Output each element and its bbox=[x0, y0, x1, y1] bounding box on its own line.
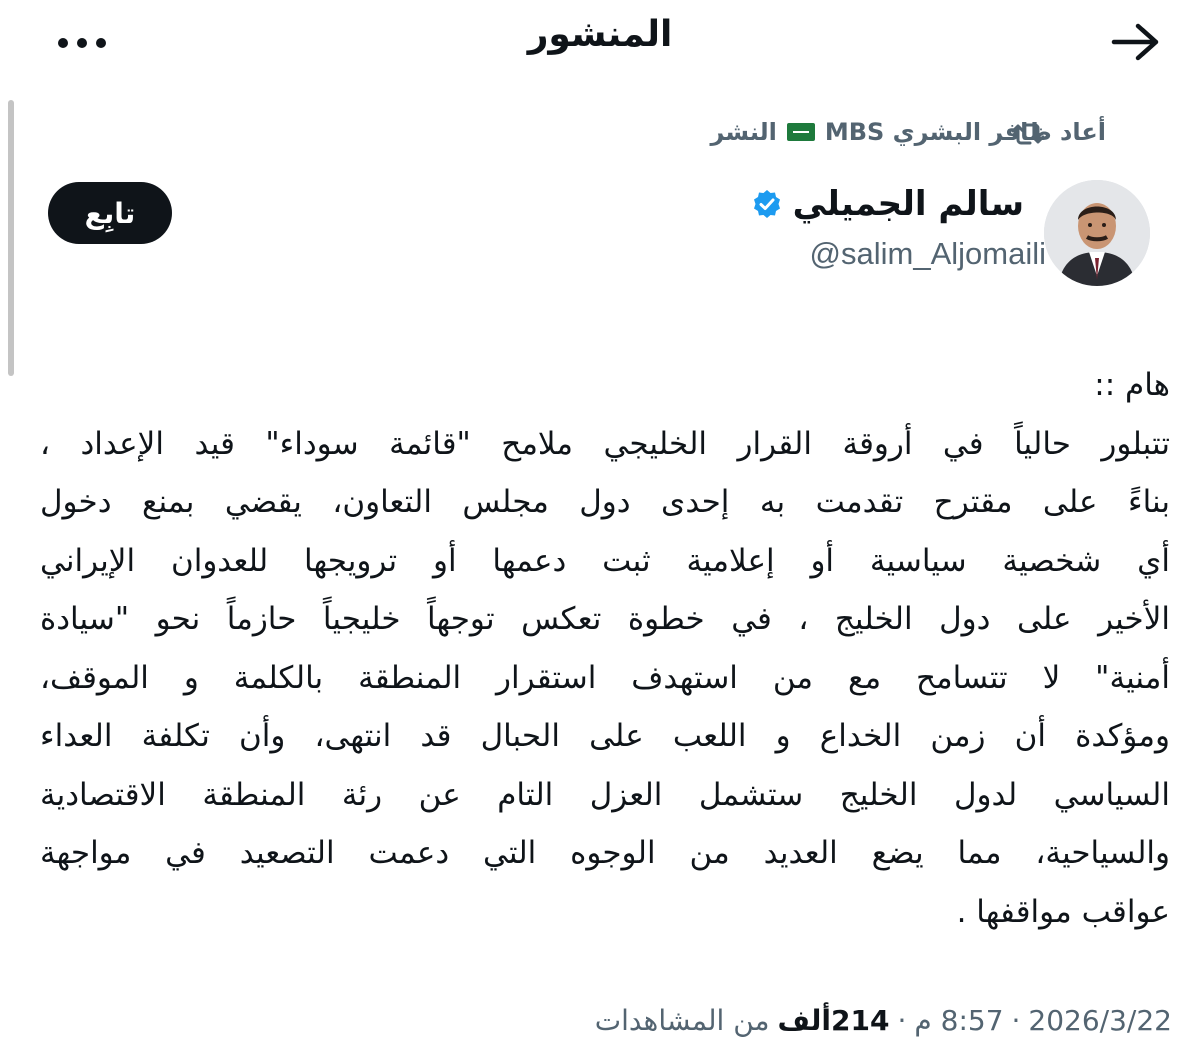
post-line: أمنية" لا تتسامح مع من استهدف استقرار ال… bbox=[40, 659, 1170, 696]
author-name: سالم الجميلي bbox=[792, 184, 1024, 224]
views-unit: ألف bbox=[777, 1004, 832, 1037]
scrollbar[interactable] bbox=[8, 100, 14, 376]
post-line: ومؤكدة أن زمن الخداع و اللعب على الحبال … bbox=[40, 718, 1170, 754]
more-options-icon[interactable] bbox=[58, 26, 122, 60]
post-text: هام :: تتبلور حالياً في أروقة القرار الخل… bbox=[40, 356, 1170, 941]
post-line: والسياحية، مما يضع العديد من الوجوه التي… bbox=[40, 835, 1170, 871]
repost-suffix: النشر bbox=[710, 118, 777, 146]
dot bbox=[77, 38, 87, 48]
post-line: السياسي لدول الخليج ستشمل العزل التام عن… bbox=[40, 776, 1170, 813]
post-time[interactable]: 8:57 م bbox=[914, 1004, 1003, 1037]
avatar-photo bbox=[1044, 180, 1150, 286]
post-line: الأخير على دول الخليج ، في خطوة تعكس توج… bbox=[40, 601, 1170, 637]
views-number: 214 bbox=[831, 1004, 890, 1037]
post-line: أي شخصية سياسية أو إعلامية ثبت دعمها أو … bbox=[40, 542, 1170, 579]
arrow-right-icon[interactable] bbox=[1108, 18, 1164, 66]
author-handle[interactable]: @salim_Aljomaili bbox=[810, 236, 1046, 272]
author-name-row[interactable]: سالم الجميلي bbox=[751, 184, 1024, 224]
post-date[interactable]: 2026/3/22 bbox=[1028, 1004, 1172, 1037]
dot bbox=[58, 38, 68, 48]
top-bar: المنشور bbox=[0, 0, 1200, 80]
post-line: عواقب مواقفها . bbox=[956, 893, 1170, 930]
avatar[interactable] bbox=[1044, 180, 1150, 286]
reposter-name: أعاد ظافر البشري MBS bbox=[824, 118, 1106, 146]
follow-button[interactable]: تابِع bbox=[48, 182, 172, 244]
view-count[interactable]: 214ألف bbox=[778, 1004, 890, 1037]
post-line: تتبلور حالياً في أروقة القرار الخليجي مل… bbox=[40, 425, 1170, 462]
post-meta: 2026/3/22 · 8:57 م · 214ألف من المشاهدات bbox=[595, 1004, 1172, 1037]
repost-attribution[interactable]: أعاد ظافر البشري MBS النشر bbox=[710, 118, 1106, 146]
dot bbox=[96, 38, 106, 48]
meta-separator: · bbox=[1011, 1004, 1021, 1037]
verified-badge-icon bbox=[753, 190, 780, 218]
meta-separator: · bbox=[897, 1004, 907, 1037]
page-title: المنشور bbox=[527, 14, 673, 55]
post-line: بناءً على مقترح تقدمت به إحدى دول مجلس ا… bbox=[40, 484, 1170, 520]
views-label: من المشاهدات bbox=[594, 1004, 770, 1037]
post-line: هام :: bbox=[1094, 367, 1170, 403]
saudi-flag-icon bbox=[786, 123, 815, 141]
